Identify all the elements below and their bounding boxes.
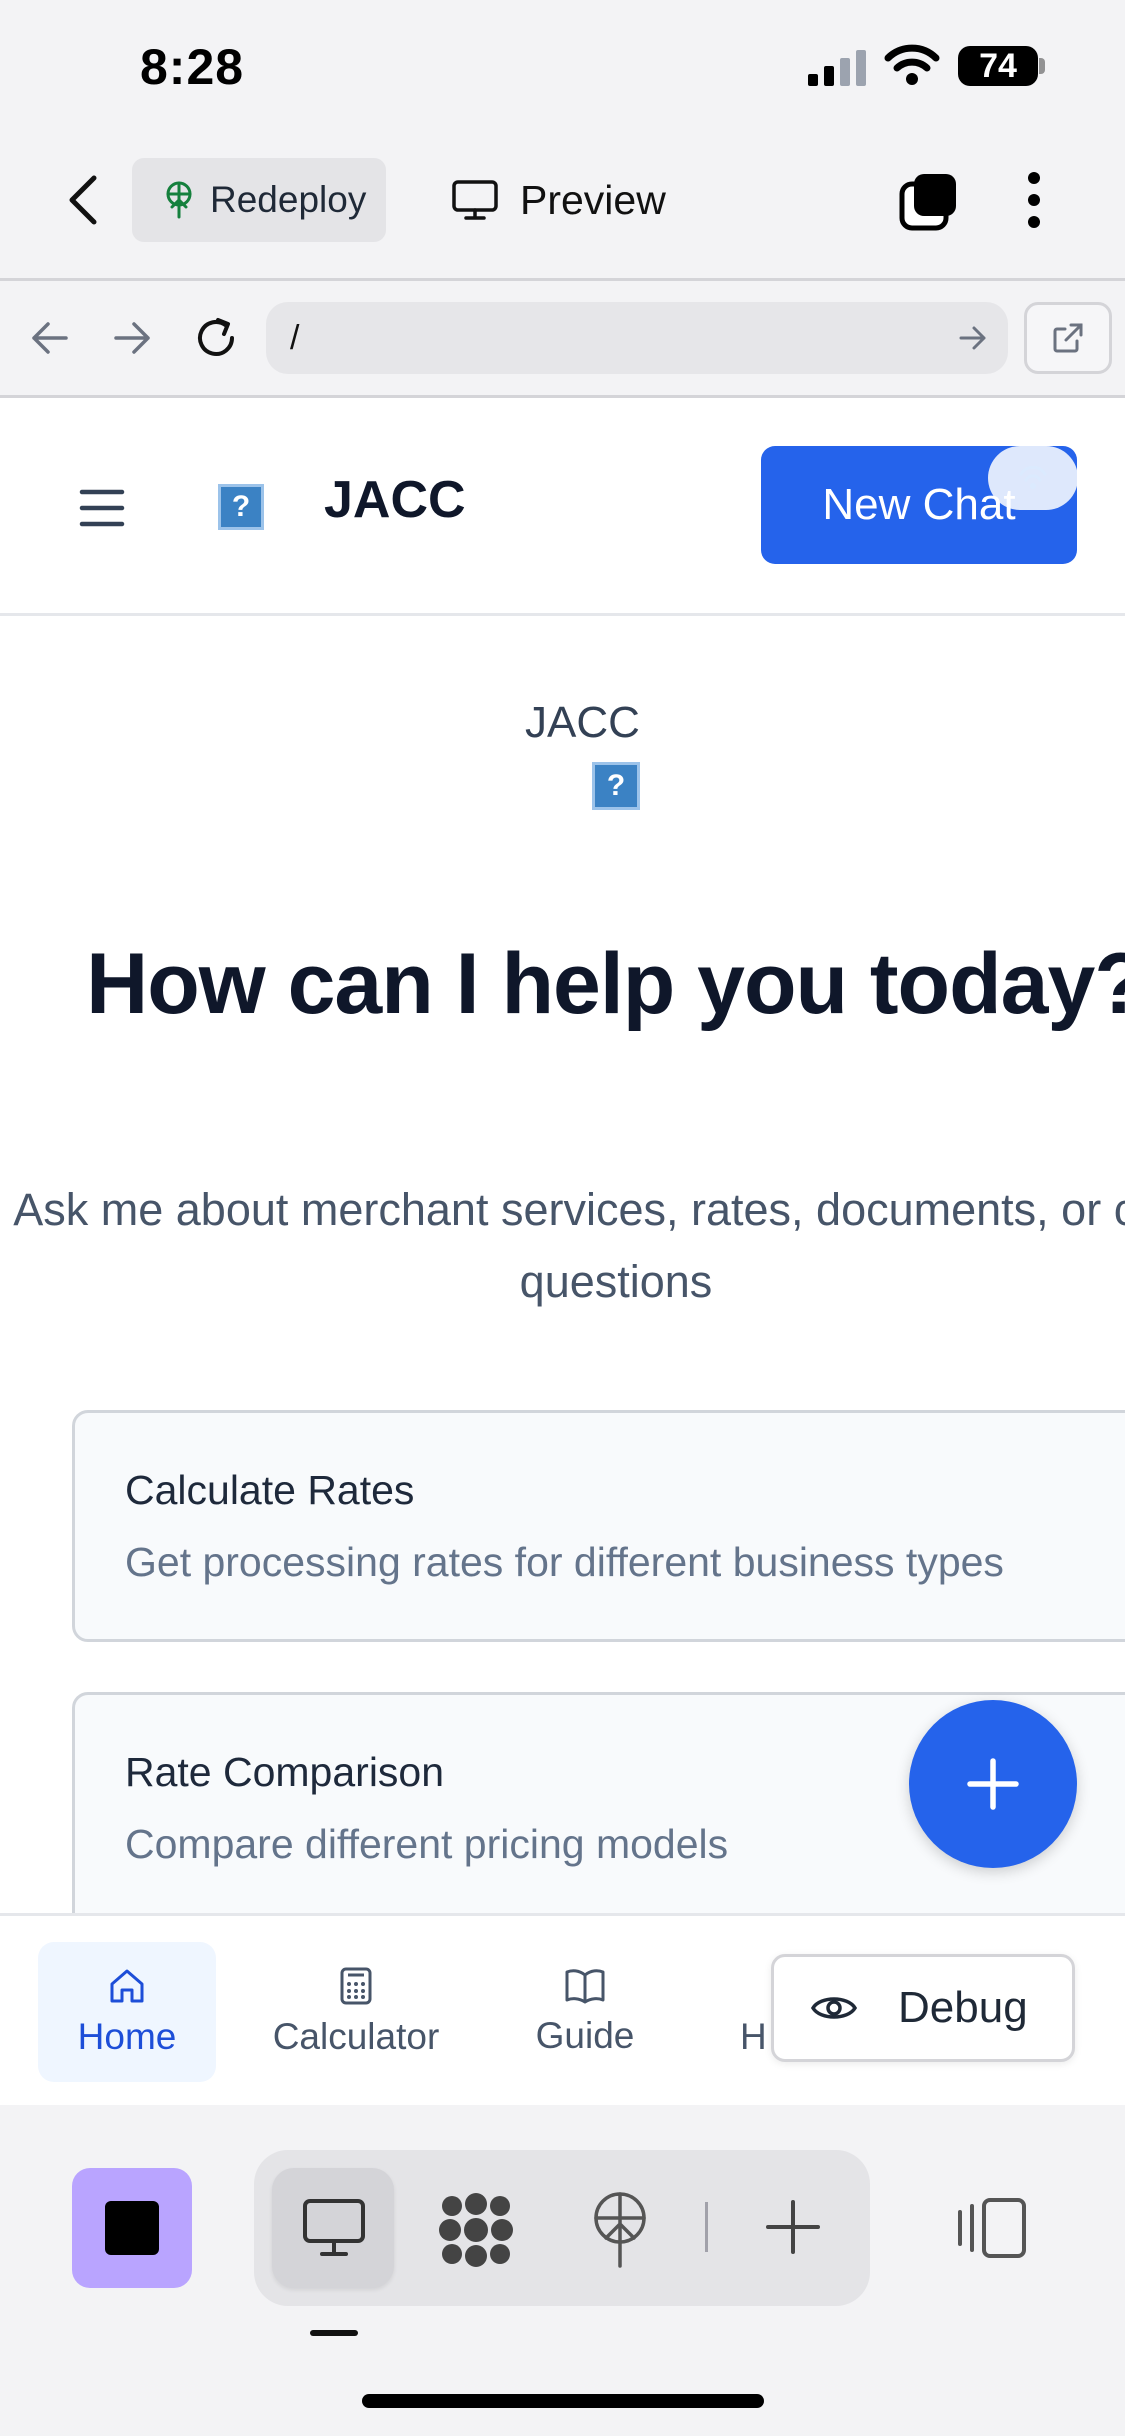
active-tab-indicator xyxy=(310,2330,358,2336)
card-description: Get processing rates for different busin… xyxy=(125,1539,1004,1585)
battery-indicator: 74 xyxy=(958,46,1038,86)
hero-question-icon: ? xyxy=(592,762,640,810)
app-header: ? JACC New Chat xyxy=(0,398,1125,616)
url-text: / xyxy=(290,318,300,357)
hamburger-menu-icon[interactable] xyxy=(78,488,126,528)
external-link-icon xyxy=(1051,321,1085,355)
go-arrow-icon[interactable] xyxy=(958,324,988,352)
deploy-icon xyxy=(162,181,196,219)
status-time: 8:28 xyxy=(140,39,245,95)
debug-label: Debug xyxy=(898,1983,1028,2032)
bottom-nav: Home Calculator Guide H Debug xyxy=(0,1913,1125,2105)
reload-icon[interactable] xyxy=(192,314,240,362)
brand-name: JACC xyxy=(324,471,466,529)
monitor-icon xyxy=(452,180,498,220)
overlay-bubble[interactable] xyxy=(988,446,1078,510)
quick-action-card[interactable]: Calculate Rates Get processing rates for… xyxy=(72,1410,1125,1642)
eye-icon xyxy=(810,1991,858,2025)
redeploy-label: Redeploy xyxy=(210,179,367,220)
preview-tab[interactable]: Preview xyxy=(452,168,666,232)
nav-label: Home xyxy=(77,2016,177,2057)
battery-tip xyxy=(1039,58,1045,74)
home-icon xyxy=(107,1966,147,2006)
agent-icon[interactable] xyxy=(438,2192,514,2268)
toolbar-divider xyxy=(705,2202,708,2252)
stop-square-icon xyxy=(105,2201,159,2255)
preview-tool-button[interactable] xyxy=(272,2168,394,2288)
nav-label: H xyxy=(740,2016,767,2057)
deploy-tool-icon[interactable] xyxy=(590,2192,650,2268)
split-view-icon[interactable] xyxy=(956,2196,1028,2260)
hero-subtitle: Ask me about merchant services, rates, d… xyxy=(13,1184,1125,1307)
nav-label: Calculator xyxy=(272,2016,440,2057)
card-description: Compare different pricing models xyxy=(125,1821,729,1867)
hero-title: How can I help you today? xyxy=(86,936,1125,1032)
card-title: Calculate Rates xyxy=(125,1467,415,1513)
hero-logo-text: JACC xyxy=(525,698,640,747)
nav-item-calculator[interactable]: Calculator xyxy=(258,1942,454,2082)
nav-label: Guide xyxy=(535,2015,635,2056)
new-chat-label: New Chat xyxy=(822,480,1016,529)
app-viewport: ? JACC New Chat JACC ? How can I help yo… xyxy=(0,398,1125,1913)
add-tool-icon[interactable] xyxy=(766,2200,820,2254)
monitor-icon xyxy=(302,2198,366,2258)
plus-icon xyxy=(966,1757,1020,1811)
brand-logo: ? xyxy=(190,456,290,556)
nav-item-home[interactable]: Home xyxy=(38,1942,216,2082)
back-chevron-icon[interactable] xyxy=(64,172,104,228)
home-indicator xyxy=(362,2394,764,2408)
stop-button[interactable] xyxy=(72,2168,192,2288)
url-input[interactable]: / xyxy=(266,302,1008,374)
redeploy-button[interactable]: Redeploy xyxy=(132,158,386,242)
browser-back-icon[interactable] xyxy=(28,318,70,358)
card-title: Rate Comparison xyxy=(125,1749,445,1795)
add-fab-button[interactable] xyxy=(909,1700,1077,1868)
tabs-switcher-icon[interactable] xyxy=(898,170,960,232)
nav-item-guide[interactable]: Guide xyxy=(510,1942,660,2082)
preview-label: Preview xyxy=(520,176,666,223)
more-options-icon[interactable] xyxy=(1024,170,1044,230)
wifi-icon xyxy=(884,44,940,86)
cellular-signal-icon xyxy=(808,50,870,86)
book-icon xyxy=(564,1967,606,2005)
logo-question-icon: ? xyxy=(218,484,264,530)
calculator-icon xyxy=(339,1966,373,2006)
browser-forward-icon[interactable] xyxy=(112,318,154,358)
open-external-button[interactable] xyxy=(1024,302,1112,374)
debug-button[interactable]: Debug xyxy=(771,1954,1075,2062)
